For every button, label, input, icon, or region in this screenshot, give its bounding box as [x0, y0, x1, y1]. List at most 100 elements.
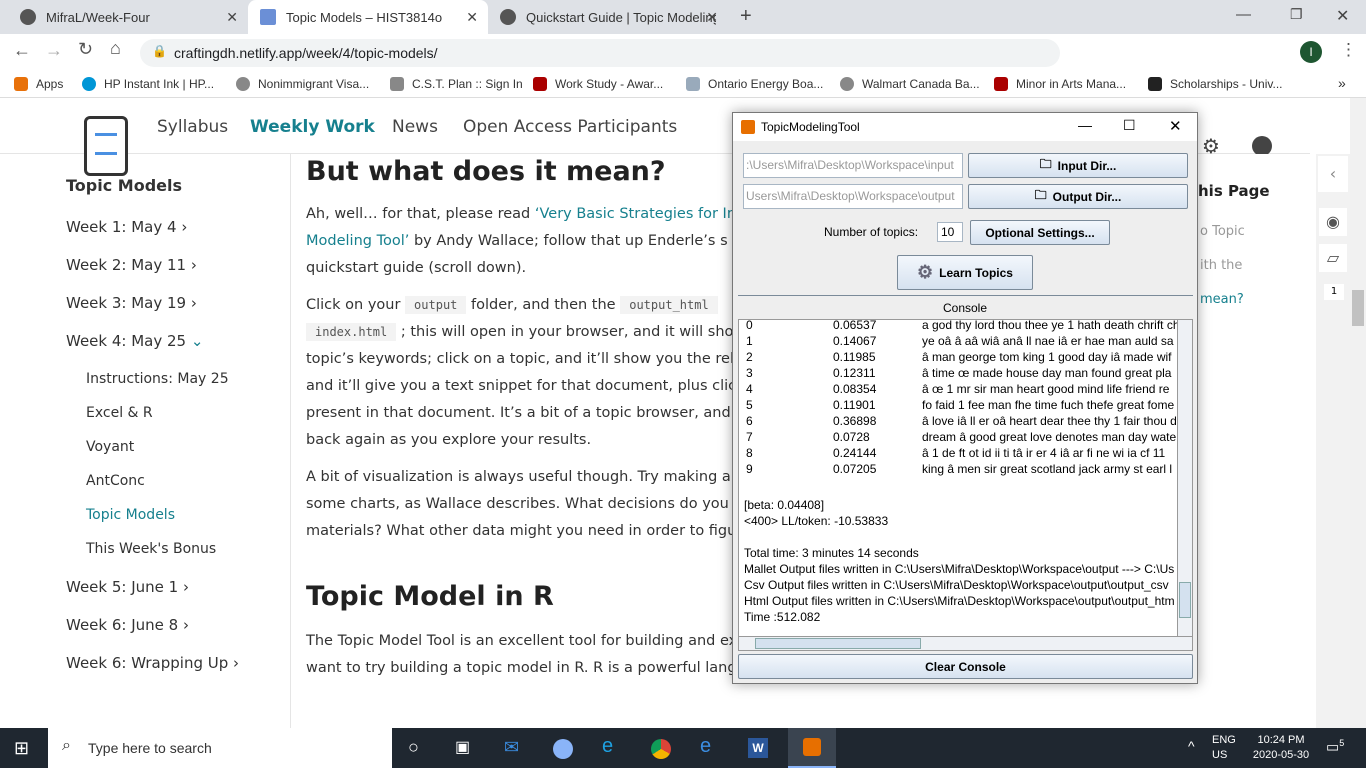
sidebar-antconc[interactable]: AntConc — [86, 473, 145, 489]
cortana-icon[interactable]: ○ — [408, 737, 419, 758]
mail-icon[interactable]: ✉ — [504, 737, 519, 758]
num-topics-input[interactable]: 10 — [937, 222, 963, 242]
nav-syllabus[interactable]: Syllabus — [157, 117, 228, 137]
input-dir-button[interactable]: 🗀 Input Dir... — [968, 153, 1188, 178]
tab-quickstart[interactable]: Quickstart Guide | Topic Modeling ✕ — [488, 0, 728, 34]
tab-topic-models[interactable]: Topic Models – HIST3814o ✕ — [248, 0, 488, 34]
sidebar-week-1[interactable]: Week 1: May 4 › — [66, 218, 187, 236]
sidebar-wrapping-up[interactable]: Week 6: Wrapping Up › — [66, 654, 239, 672]
search-icon: ⌕ — [62, 737, 71, 754]
sidebar-voyant[interactable]: Voyant — [86, 439, 134, 455]
nav-weekly-work[interactable]: Weekly Work — [250, 117, 375, 137]
toc-title: his Page — [1198, 182, 1270, 200]
restore-button[interactable]: ❐ — [1290, 6, 1303, 23]
profile-avatar[interactable]: I — [1300, 41, 1322, 63]
output-dir-button[interactable]: 🗀 Output Dir... — [968, 184, 1188, 209]
collapse-icon[interactable]: ‹ — [1318, 156, 1348, 192]
bookmark[interactable]: Nonimmigrant Visa... — [236, 77, 369, 91]
site-logo[interactable] — [84, 116, 128, 176]
bookmark[interactable]: C.S.T. Plan :: Sign In — [390, 77, 523, 91]
maximize-button[interactable]: ☐ — [1123, 117, 1136, 134]
close-tab-icon[interactable]: ✕ — [466, 9, 478, 26]
taskbar-search[interactable]: ⌕ Type here to search — [48, 728, 392, 768]
input-dir-field[interactable]: :\Users\Mifra\Desktop\Workspace\input — [743, 153, 963, 178]
home-icon[interactable]: ⌂ — [110, 38, 121, 59]
sidebar-topic-models[interactable]: Topic Models — [86, 507, 175, 523]
eye-icon[interactable]: ◉ — [1319, 208, 1347, 236]
annotation-count[interactable]: 1 — [1324, 284, 1344, 300]
nav-open-access[interactable]: Open Access Participants — [463, 117, 677, 137]
console-hscrollbar[interactable] — [738, 636, 1193, 651]
menu-icon[interactable]: ⋮ — [1340, 40, 1357, 60]
chrome-icon[interactable] — [651, 739, 671, 759]
topic-cell: 8 — [746, 446, 753, 460]
sidebar-week-4[interactable]: Week 4: May 25 ⌄ — [66, 332, 203, 350]
wallace-link[interactable]: ‘Very Basic Strategies for In — [535, 206, 736, 222]
toc-item[interactable]: mean? — [1200, 292, 1244, 307]
bookmark[interactable]: Work Study - Awar... — [533, 77, 663, 91]
tab-github[interactable]: MifraL/Week-Four ✕ — [8, 0, 248, 34]
toc-item[interactable]: ith the — [1200, 258, 1242, 273]
tray-chevron-icon[interactable]: ^ — [1188, 738, 1195, 754]
sidebar-week-2[interactable]: Week 2: May 11 › — [66, 256, 197, 274]
clear-console-button[interactable]: Clear Console — [738, 654, 1193, 679]
bookmark[interactable]: Minor in Arts Mana... — [994, 77, 1126, 91]
note-icon[interactable]: ▱ — [1319, 244, 1347, 272]
close-button[interactable]: ✕ — [1169, 117, 1182, 135]
reload-icon[interactable]: ↻ — [78, 39, 93, 60]
notifications-icon[interactable]: ▭5 — [1326, 738, 1344, 756]
topic-cell: 3 — [746, 366, 753, 380]
hp-icon — [82, 77, 96, 91]
github-icon[interactable] — [1252, 136, 1272, 156]
task-view-icon[interactable]: ▣ — [455, 737, 470, 757]
bookmark[interactable]: Ontario Energy Boa... — [686, 77, 823, 91]
sidebar-week-3[interactable]: Week 3: May 19 › — [66, 294, 197, 312]
edge-icon[interactable]: e — [700, 735, 711, 758]
sidebar-week-6[interactable]: Week 6: June 8 › — [66, 616, 189, 634]
java-taskbar-icon[interactable] — [788, 728, 836, 768]
ie-icon[interactable]: e — [602, 735, 613, 758]
bookmark[interactable]: Walmart Canada Ba... — [840, 77, 980, 91]
clock[interactable]: 10:24 PM 2020-05-30 — [1250, 733, 1312, 763]
nav-news[interactable]: News — [392, 117, 438, 137]
github-icon — [20, 9, 36, 25]
new-tab-button[interactable]: + — [740, 5, 752, 28]
sidebar-week-5[interactable]: Week 5: June 1 › — [66, 578, 189, 596]
forward-icon[interactable]: → — [45, 40, 63, 61]
chromium-icon[interactable] — [553, 739, 573, 759]
topic-cell: 0.07205 — [833, 462, 877, 476]
sidebar-bonus[interactable]: This Week's Bonus — [86, 541, 216, 557]
page-icon — [686, 77, 700, 91]
console-log-line: <400> LL/token: -10.53833 — [744, 514, 889, 528]
sidebar-instructions[interactable]: Instructions: May 25 — [86, 371, 229, 387]
close-tab-icon[interactable]: ✕ — [706, 9, 718, 26]
language-indicator[interactable]: ENG US — [1212, 733, 1236, 763]
windows-start-icon[interactable]: ⊞ — [14, 738, 29, 759]
address-bar[interactable]: 🔒 craftingdh.netlify.app/week/4/topic-mod… — [140, 39, 1060, 67]
more-bookmarks-icon[interactable]: » — [1338, 75, 1346, 91]
word-icon[interactable]: W — [748, 738, 768, 758]
toc-item[interactable]: o Topic — [1200, 224, 1245, 239]
back-icon[interactable]: ← — [13, 40, 31, 61]
window-titlebar[interactable]: TopicModelingTool — ☐ ✕ — [733, 113, 1197, 141]
minimize-button[interactable]: — — [1236, 6, 1251, 23]
close-window-button[interactable]: ✕ — [1336, 6, 1349, 26]
taskbar: ⊞ ⌕ Type here to search ○ ▣ ✉ e e W ^ ENG… — [0, 728, 1366, 768]
close-tab-icon[interactable]: ✕ — [226, 9, 238, 26]
topic-cell: 1 — [746, 334, 753, 348]
optional-settings-button[interactable]: Optional Settings... — [970, 220, 1110, 245]
output-dir-field[interactable]: Users\Mifra\Desktop\Workspace\output — [743, 184, 963, 209]
minimize-button[interactable]: — — [1078, 117, 1092, 133]
learn-topics-button[interactable]: ⚙ Learn Topics — [897, 255, 1033, 290]
page-scrollbar[interactable] — [1350, 98, 1366, 728]
bookmark[interactable]: Scholarships - Univ... — [1148, 77, 1282, 91]
console-vscrollbar[interactable] — [1177, 319, 1193, 637]
page-icon — [260, 9, 276, 25]
bookmark-apps[interactable]: Apps — [14, 77, 63, 91]
sidebar-excel-r[interactable]: Excel & R — [86, 405, 153, 421]
folder-icon: 🗀 — [1039, 157, 1052, 171]
bookmark[interactable]: HP Instant Ink | HP... — [82, 77, 214, 91]
wallace-link[interactable]: Modeling Tool’ — [306, 233, 409, 249]
seal-icon — [236, 77, 250, 91]
console-output[interactable]: 0 0.06537 a god thy lord thou thee ye 1 ha… — [738, 319, 1178, 637]
